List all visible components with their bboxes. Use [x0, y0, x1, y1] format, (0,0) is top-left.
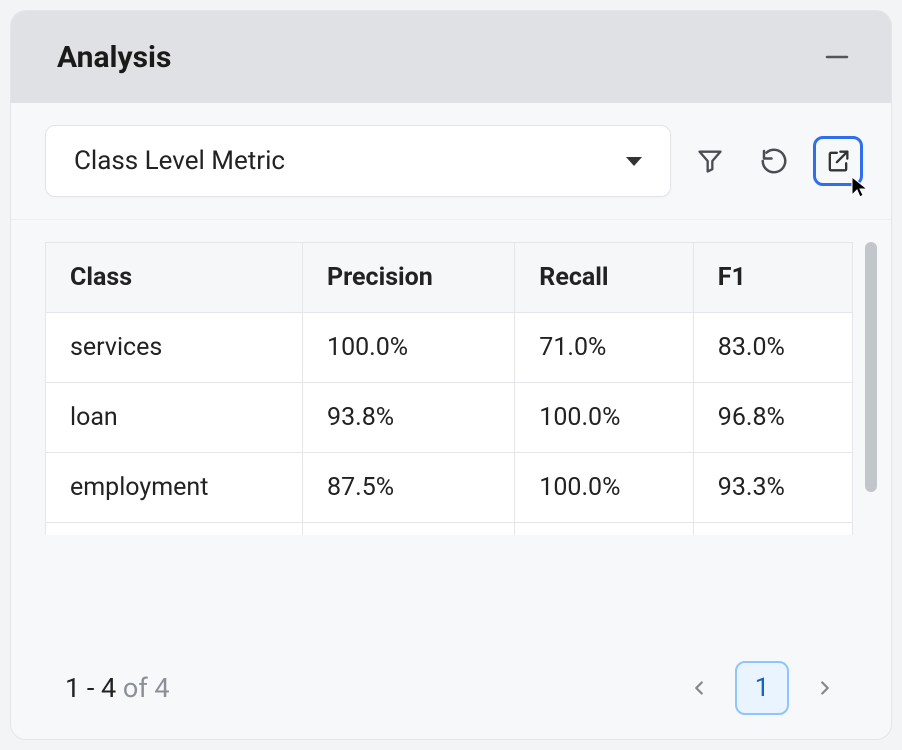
- cell-class: loan: [46, 383, 303, 453]
- cell-f1: 96.8%: [693, 383, 852, 453]
- export-icon: [824, 147, 852, 175]
- of-word: of: [123, 672, 148, 704]
- reset-icon: [759, 146, 789, 176]
- pagination: 1 - 4 of 4 1: [11, 651, 891, 739]
- col-recall: Recall: [515, 243, 693, 313]
- next-page-button[interactable]: [803, 666, 847, 710]
- cell-precision: 93.8%: [303, 383, 515, 453]
- cell-recall: 100.0%: [515, 383, 693, 453]
- page-number[interactable]: 1: [735, 661, 789, 715]
- collapse-button[interactable]: [817, 37, 857, 77]
- table-container: Class Precision Recall F1 services 100.0…: [11, 220, 891, 651]
- minus-icon: [822, 42, 852, 72]
- cell-precision: 87.5%: [303, 453, 515, 523]
- filter-button[interactable]: [685, 136, 735, 186]
- panel-title: Analysis: [57, 40, 171, 75]
- export-button[interactable]: [813, 136, 863, 186]
- toolbar: Class Level Metric: [11, 103, 891, 220]
- chevron-left-icon: [688, 677, 710, 699]
- panel-header: Analysis: [11, 11, 891, 103]
- total-count: 4: [154, 672, 169, 704]
- analysis-panel: Analysis Class Level Metric Class Precis…: [10, 10, 892, 740]
- filter-icon: [696, 147, 724, 175]
- cell-precision: 100.0%: [303, 313, 515, 383]
- table-row[interactable]: loan 93.8% 100.0% 96.8%: [46, 383, 853, 453]
- reset-button[interactable]: [749, 136, 799, 186]
- cell-f1: 93.3%: [693, 453, 852, 523]
- col-f1: F1: [693, 243, 852, 313]
- chevron-right-icon: [814, 677, 836, 699]
- metric-select[interactable]: Class Level Metric: [45, 125, 671, 197]
- prev-page-button[interactable]: [677, 666, 721, 710]
- caret-down-icon: [626, 157, 642, 166]
- cell-recall: 100.0%: [515, 453, 693, 523]
- pagination-range: 1 - 4 of 4: [65, 672, 170, 704]
- pagination-controls: 1: [677, 661, 847, 715]
- col-class: Class: [46, 243, 303, 313]
- table-row: [46, 523, 853, 535]
- table-header-row: Class Precision Recall F1: [46, 243, 853, 313]
- table-row[interactable]: employment 87.5% 100.0% 93.3%: [46, 453, 853, 523]
- metrics-table: Class Precision Recall F1 services 100.0…: [45, 242, 853, 535]
- cell-f1: 83.0%: [693, 313, 852, 383]
- range-text: 1 - 4: [65, 672, 116, 704]
- col-precision: Precision: [303, 243, 515, 313]
- table-row[interactable]: services 100.0% 71.0% 83.0%: [46, 313, 853, 383]
- mouse-cursor-icon: [848, 175, 872, 199]
- scrollbar[interactable]: [865, 242, 877, 492]
- cell-class: employment: [46, 453, 303, 523]
- cell-class: services: [46, 313, 303, 383]
- cell-recall: 71.0%: [515, 313, 693, 383]
- metric-select-label: Class Level Metric: [74, 146, 285, 176]
